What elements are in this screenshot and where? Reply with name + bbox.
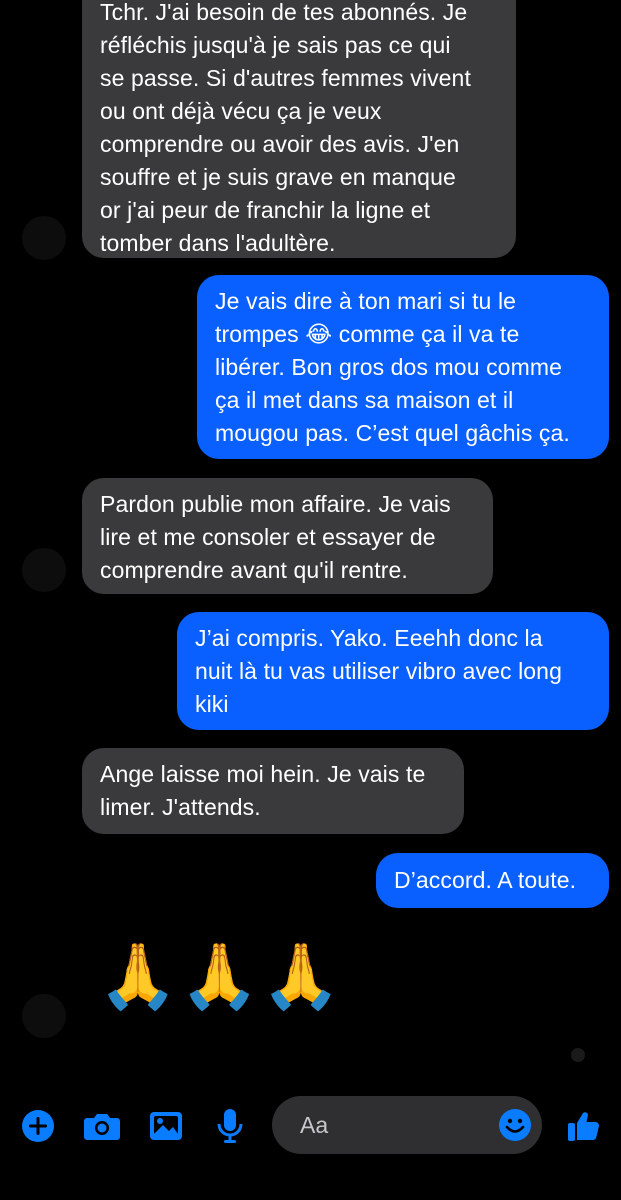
sender-avatar[interactable]	[22, 994, 66, 1038]
conversation-thread: Tchr. J'ai besoin de tes abonnés. Je réf…	[0, 0, 621, 1080]
sender-avatar[interactable]	[22, 548, 66, 592]
outgoing-message[interactable]: Je vais dire à ton mari si tu le trompes…	[197, 275, 609, 459]
incoming-message[interactable]: Ange laisse moi hein. Je vais te limer. …	[82, 748, 464, 834]
outgoing-message[interactable]: D’accord. A toute.	[376, 853, 609, 908]
incoming-message[interactable]: Pardon publie mon affaire. Je vais lire …	[82, 478, 493, 594]
plus-icon[interactable]	[16, 1104, 60, 1148]
microphone-icon[interactable]	[208, 1104, 252, 1148]
sender-avatar[interactable]	[22, 216, 66, 260]
incoming-message[interactable]: Tchr. J'ai besoin de tes abonnés. Je réf…	[82, 0, 516, 258]
camera-icon[interactable]	[80, 1104, 124, 1148]
message-input[interactable]	[298, 1110, 482, 1140]
message-input-container[interactable]	[272, 1096, 542, 1154]
outgoing-message[interactable]: J’ai compris. Yako. Eeehh donc la nuit l…	[177, 612, 609, 730]
image-icon[interactable]	[144, 1104, 188, 1148]
emoji-icon[interactable]	[498, 1108, 532, 1142]
emoji-message[interactable]: 🙏🙏🙏	[98, 936, 343, 1016]
read-receipt	[571, 1048, 585, 1062]
thumbs-up-icon[interactable]	[562, 1104, 606, 1148]
